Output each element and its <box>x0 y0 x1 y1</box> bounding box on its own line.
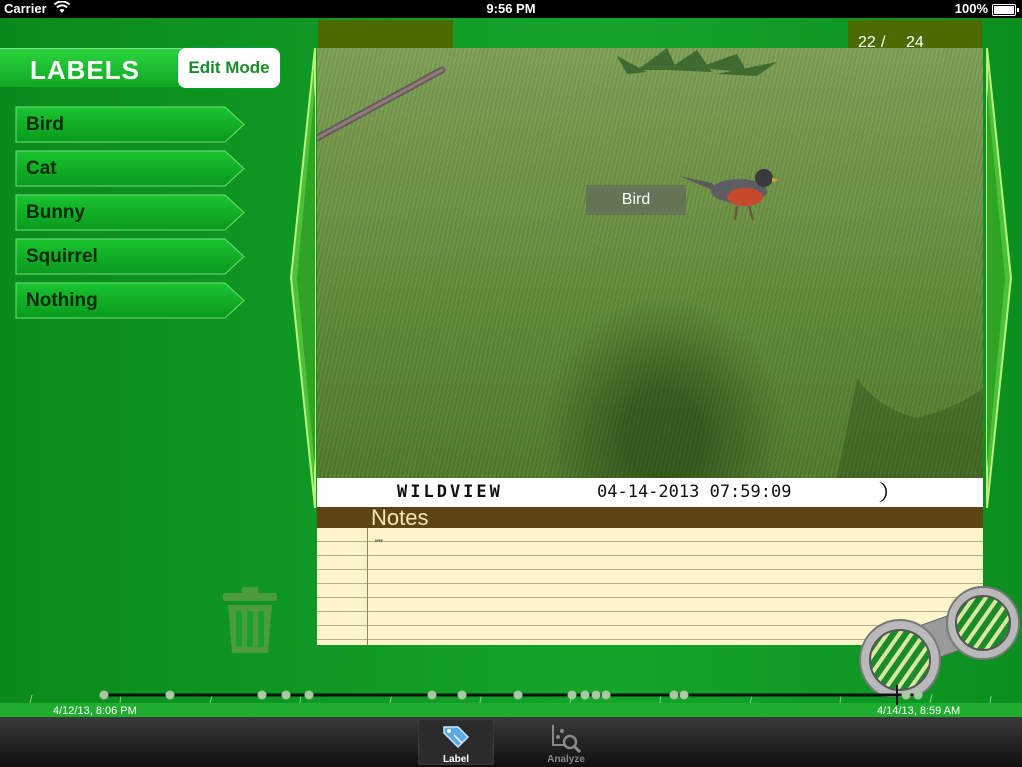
camera-stamp: WILDVIEW 04-14-2013 07:59:09 <box>317 478 983 507</box>
timeline-end-label: 4/14/13, 8:59 AM <box>877 705 961 717</box>
status-bar: Carrier 9:56 PM 100% <box>0 0 1022 18</box>
label-item-text: Bunny <box>26 202 86 223</box>
labels-title: LABELS <box>30 55 140 85</box>
label-item-squirrel[interactable]: Squirrel <box>15 238 245 275</box>
camera-photo[interactable] <box>317 48 983 478</box>
bird-figure <box>679 169 779 221</box>
next-arrow-icon[interactable] <box>985 48 1013 508</box>
tab-analyze-text: Analyze <box>547 754 585 765</box>
label-item-cat[interactable]: Cat <box>15 150 245 187</box>
tab-bar: Label Analyze <box>0 717 1022 767</box>
edit-mode-button[interactable]: Edit Mode <box>178 48 280 88</box>
notes-header: Notes <box>317 505 983 530</box>
battery-percent: 100% <box>954 1 988 16</box>
trash-icon[interactable] <box>220 585 280 657</box>
tab-label-text: Label <box>442 754 470 765</box>
moon-icon <box>873 480 895 510</box>
labels-header: LABELS <box>0 48 200 87</box>
label-item-text: Squirrel <box>26 246 98 267</box>
timeline-start-label: 4/12/13, 8:06 PM <box>53 705 137 717</box>
label-item-text: Cat <box>26 158 57 179</box>
timeline[interactable] <box>0 667 1022 717</box>
analyze-magnifier-icon <box>552 725 582 753</box>
stamp-datetime: 04-14-2013 07:59:09 <box>597 482 792 502</box>
photo-tag-label[interactable]: Bird <box>586 185 686 215</box>
label-item-nothing[interactable]: Nothing <box>15 282 245 319</box>
clock: 9:56 PM <box>486 1 536 16</box>
label-item-bird[interactable]: Bird <box>15 106 245 143</box>
tab-label[interactable]: Label <box>418 719 494 765</box>
previous-arrow-icon[interactable] <box>289 48 317 508</box>
stamp-brand: WILDVIEW <box>397 482 503 502</box>
photo-scene <box>317 48 983 478</box>
battery-icon <box>992 4 1019 16</box>
tab-analyze[interactable]: Analyze <box>528 719 604 765</box>
label-item-text: Nothing <box>26 290 98 311</box>
label-tag-icon <box>443 726 470 749</box>
label-item-text: Bird <box>26 114 64 135</box>
notes-margin-line <box>367 528 368 645</box>
notes-text: "" <box>375 538 383 550</box>
label-item-bunny[interactable]: Bunny <box>15 194 245 231</box>
